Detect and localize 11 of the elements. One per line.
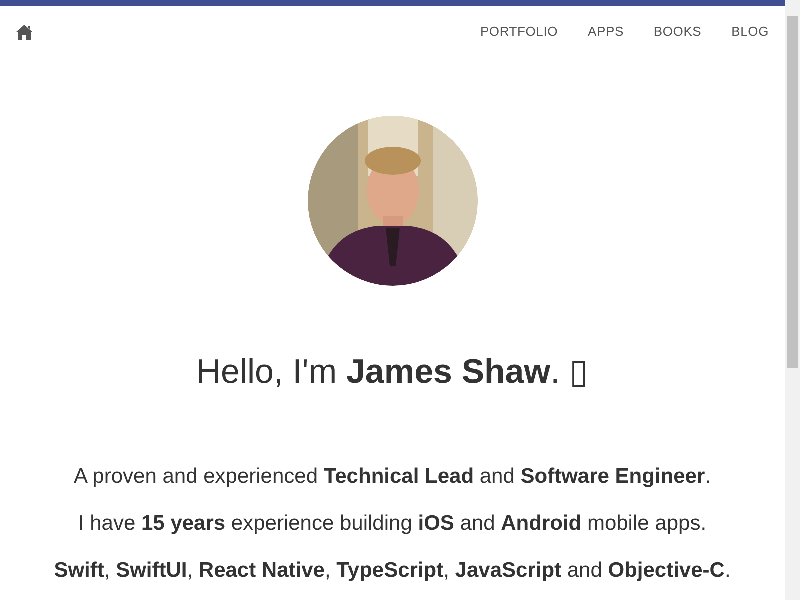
intro-paragraph: I have 15 years experience building iOS and Android mobile apps.: [78, 511, 707, 537]
nav-link[interactable]: APPS: [588, 22, 624, 42]
intro-paragraph: Swift, SwiftUI, React Native, TypeScript, JavaScript and Objective-C.: [54, 558, 731, 584]
nav-link[interactable]: PORTFOLIO: [480, 22, 558, 42]
nav-link[interactable]: BOOKS: [654, 22, 702, 42]
heading: Hello, I'm James Shaw. ▯: [195, 352, 590, 393]
intro-paragraph: A proven and experienced Technical Lead and Software Engineer.: [74, 464, 711, 490]
home-icon[interactable]: [16, 24, 33, 40]
scrollbar[interactable]: [785, 0, 800, 600]
nav-link[interactable]: BLOG: [732, 22, 769, 42]
scrollbar-thumb[interactable]: [787, 16, 798, 368]
